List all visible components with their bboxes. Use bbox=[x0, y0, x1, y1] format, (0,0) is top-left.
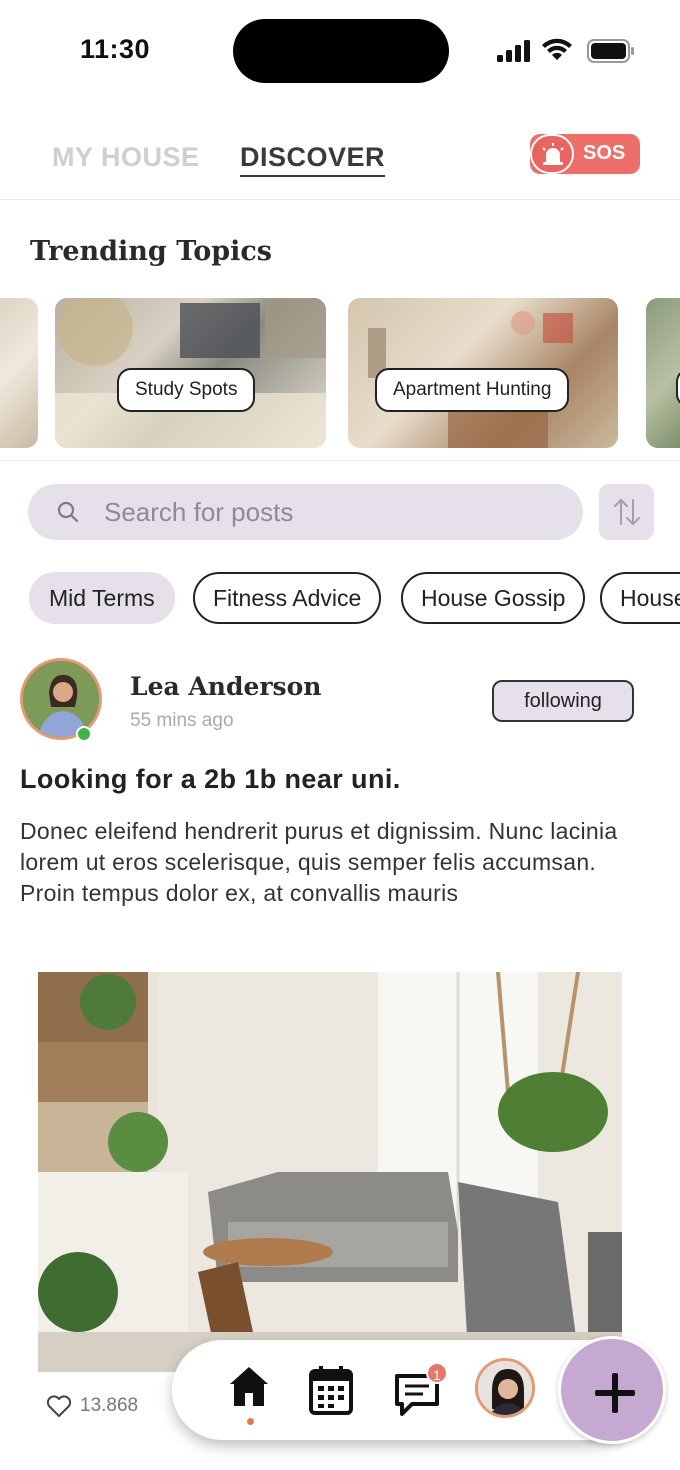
trending-carousel[interactable]: Study Spots Apartment Hunting bbox=[0, 298, 680, 450]
trending-card-study-spots[interactable]: Study Spots bbox=[55, 298, 326, 448]
likes[interactable]: 13.868 bbox=[46, 1394, 138, 1418]
online-indicator bbox=[76, 726, 92, 742]
heart-icon bbox=[46, 1395, 72, 1417]
trending-card-apartment-hunting[interactable]: Apartment Hunting bbox=[348, 298, 618, 448]
search-input[interactable] bbox=[104, 492, 564, 532]
search-icon bbox=[57, 501, 79, 523]
search-bar[interactable] bbox=[28, 484, 583, 540]
chip-house-gossip[interactable]: House Gossip bbox=[401, 572, 586, 624]
tab-discover[interactable]: DISCOVER bbox=[240, 142, 386, 177]
post-body: Donec eleifend hendrerit purus et dignis… bbox=[20, 818, 618, 906]
chip-fitness-advice[interactable]: Fitness Advice bbox=[193, 572, 382, 624]
dynamic-island bbox=[233, 19, 449, 83]
battery-icon bbox=[587, 39, 634, 63]
status-bar: 11:30 bbox=[0, 0, 680, 100]
sort-button[interactable] bbox=[599, 484, 654, 540]
signal-icon bbox=[497, 40, 530, 62]
trending-card-partial-left[interactable] bbox=[0, 298, 38, 448]
sort-icon bbox=[614, 499, 640, 525]
post-title: Looking for a 2b 1b near uni. bbox=[20, 764, 401, 794]
plus-icon bbox=[595, 1373, 635, 1413]
message-badge: 1 bbox=[426, 1362, 448, 1384]
wifi-icon bbox=[542, 38, 572, 60]
trending-label: Study Spots bbox=[117, 368, 256, 412]
calendar-icon[interactable] bbox=[308, 1364, 354, 1416]
add-post-button[interactable] bbox=[558, 1336, 666, 1444]
alarm-icon bbox=[530, 134, 574, 174]
status-time: 11:30 bbox=[80, 34, 151, 64]
author-avatar[interactable] bbox=[20, 658, 102, 742]
chip-mid-terms[interactable]: Mid Terms bbox=[29, 572, 175, 624]
post-timestamp: 55 mins ago bbox=[130, 710, 234, 731]
following-button[interactable]: following bbox=[492, 680, 634, 722]
author-name[interactable]: Lea Anderson bbox=[130, 672, 321, 701]
trending-card-partial-right[interactable] bbox=[646, 298, 680, 448]
section-divider bbox=[0, 460, 680, 461]
likes-count: 13.868 bbox=[80, 1395, 139, 1417]
active-indicator bbox=[247, 1418, 254, 1425]
chip-house[interactable]: House bbox=[600, 572, 680, 624]
trending-label: Apartment Hunting bbox=[375, 368, 570, 412]
sos-button[interactable]: SOS bbox=[530, 134, 640, 174]
sos-label: SOS bbox=[583, 142, 626, 164]
home-icon[interactable] bbox=[226, 1364, 272, 1408]
top-tabs: MY HOUSE DISCOVER SOS bbox=[0, 118, 680, 200]
post-image[interactable] bbox=[38, 972, 622, 1372]
profile-avatar[interactable] bbox=[475, 1358, 535, 1418]
category-chips: Mid Terms Fitness Advice House Gossip Ho… bbox=[0, 572, 680, 626]
tab-my-house[interactable]: MY HOUSE bbox=[52, 142, 200, 173]
trending-title: Trending Topics bbox=[30, 236, 272, 267]
